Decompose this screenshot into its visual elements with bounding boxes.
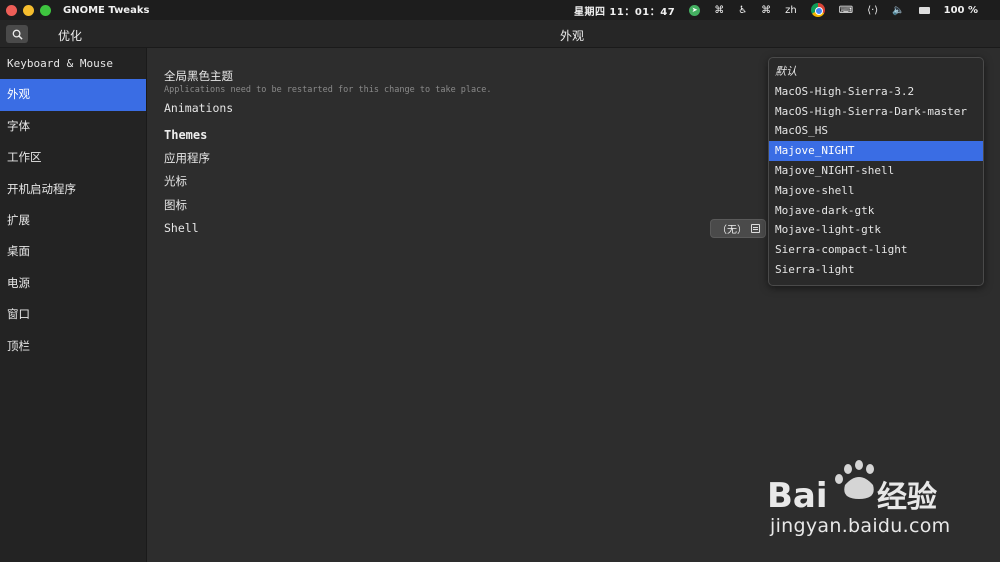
close-window-button[interactable] (6, 4, 17, 16)
sidebar-item-windows[interactable]: 窗口 (0, 299, 146, 330)
command-icon[interactable]: ⌘ (714, 5, 724, 16)
chrome-icon[interactable] (810, 3, 825, 17)
sidebar-item-top-bar[interactable]: 顶栏 (0, 331, 146, 362)
shell-theme-label: Shell (164, 221, 199, 235)
sidebar-item-workspaces[interactable]: 工作区 (0, 142, 146, 173)
telegram-icon[interactable]: ➤ (689, 4, 701, 16)
clock[interactable]: 星期四 11：01：47 (574, 3, 675, 18)
baidu-logo-icon: Bai 经验 (767, 460, 937, 516)
window-controls (6, 4, 51, 16)
baidu-watermark: Bai 经验 jingyan.baidu.com (765, 455, 965, 545)
animations-label: Animations (164, 101, 234, 115)
app-name[interactable]: GNOME Tweaks (63, 5, 149, 16)
cursor-theme-label: 光标 (164, 174, 187, 188)
system-top-bar: GNOME Tweaks 星期四 11：01：47 ➤ ⌘ ♿ ⌘ zh ⌨ ⟨… (0, 0, 1000, 20)
svg-text:Bai: Bai (767, 476, 828, 515)
volume-icon[interactable]: 🔈 (892, 5, 904, 16)
dropdown-option[interactable]: Sierra-light (769, 260, 983, 280)
sidebar-item-extensions[interactable]: 扩展 (0, 205, 146, 236)
shell-theme-select[interactable]: （无） (710, 219, 766, 238)
themes-heading: Themes (164, 128, 208, 142)
dropdown-option-selected[interactable]: Majove_NIGHT (769, 141, 983, 161)
sidebar-item-appearance[interactable]: 外观 (0, 79, 146, 111)
sidebar-item-keyboard-mouse[interactable]: Keyboard & Mouse (0, 48, 146, 79)
dropdown-option[interactable]: MacOS-High-Sierra-3.2 (769, 82, 983, 102)
dropdown-option[interactable]: Sierra-compact-light (769, 240, 983, 260)
dropdown-option[interactable]: Mojave-dark-gtk (769, 201, 983, 221)
watermark-url: jingyan.baidu.com (770, 515, 951, 537)
dropdown-option[interactable]: 默认 (769, 62, 983, 82)
dropdown-option[interactable]: Mojave-light-gtk (769, 220, 983, 240)
dropdown-option[interactable]: MacOS_HS (769, 121, 983, 141)
network-icon[interactable]: ⟨·⟩ (867, 5, 878, 16)
sidebar-item-power[interactable]: 电源 (0, 268, 146, 299)
minimize-window-button[interactable] (23, 4, 34, 16)
sidebar-item-fonts[interactable]: 字体 (0, 111, 146, 142)
header-bar: 优化 外观 (0, 20, 1000, 48)
sidebar-item-startup-apps[interactable]: 开机启动程序 (0, 174, 146, 205)
icons-theme-label: 图标 (164, 198, 187, 212)
keyboard-shortcut-icon[interactable]: ⌘ (761, 5, 771, 16)
search-button[interactable] (6, 25, 28, 43)
applications-theme-label: 应用程序 (164, 151, 210, 165)
maximize-window-button[interactable] (40, 4, 51, 16)
dropdown-option[interactable]: Majove-shell (769, 181, 983, 201)
shell-theme-value: （无） (717, 225, 747, 236)
keyboard-icon[interactable]: ⌨ (839, 5, 853, 16)
accessibility-icon[interactable]: ♿ (738, 5, 747, 16)
search-icon (12, 29, 23, 40)
battery-percent: 100 % (943, 4, 978, 16)
input-language[interactable]: zh (785, 5, 797, 16)
dropdown-option[interactable]: Majove_NIGHT-shell (769, 161, 983, 181)
system-tray: 星期四 11：01：47 ➤ ⌘ ♿ ⌘ zh ⌨ ⟨·⟩ 🔈 100 % (574, 0, 978, 20)
sidebar-item-desktop[interactable]: 桌面 (0, 236, 146, 267)
dark-theme-note: Applications need to be restarted for th… (164, 85, 492, 95)
sidebar-title: 优化 (58, 29, 83, 43)
svg-text:经验: 经验 (877, 480, 937, 515)
file-icon (751, 224, 760, 233)
sidebar: Keyboard & Mouse 外观 字体 工作区 开机启动程序 扩展 桌面 … (0, 48, 147, 562)
page-title: 外观 (560, 29, 585, 43)
dropdown-option[interactable]: MacOS-High-Sierra-Dark-master (769, 102, 983, 122)
dark-theme-label: 全局黑色主题 (164, 69, 233, 83)
battery-icon[interactable] (918, 6, 930, 14)
theme-dropdown-list[interactable]: 默认 MacOS-High-Sierra-3.2 MacOS-High-Sier… (768, 57, 984, 286)
